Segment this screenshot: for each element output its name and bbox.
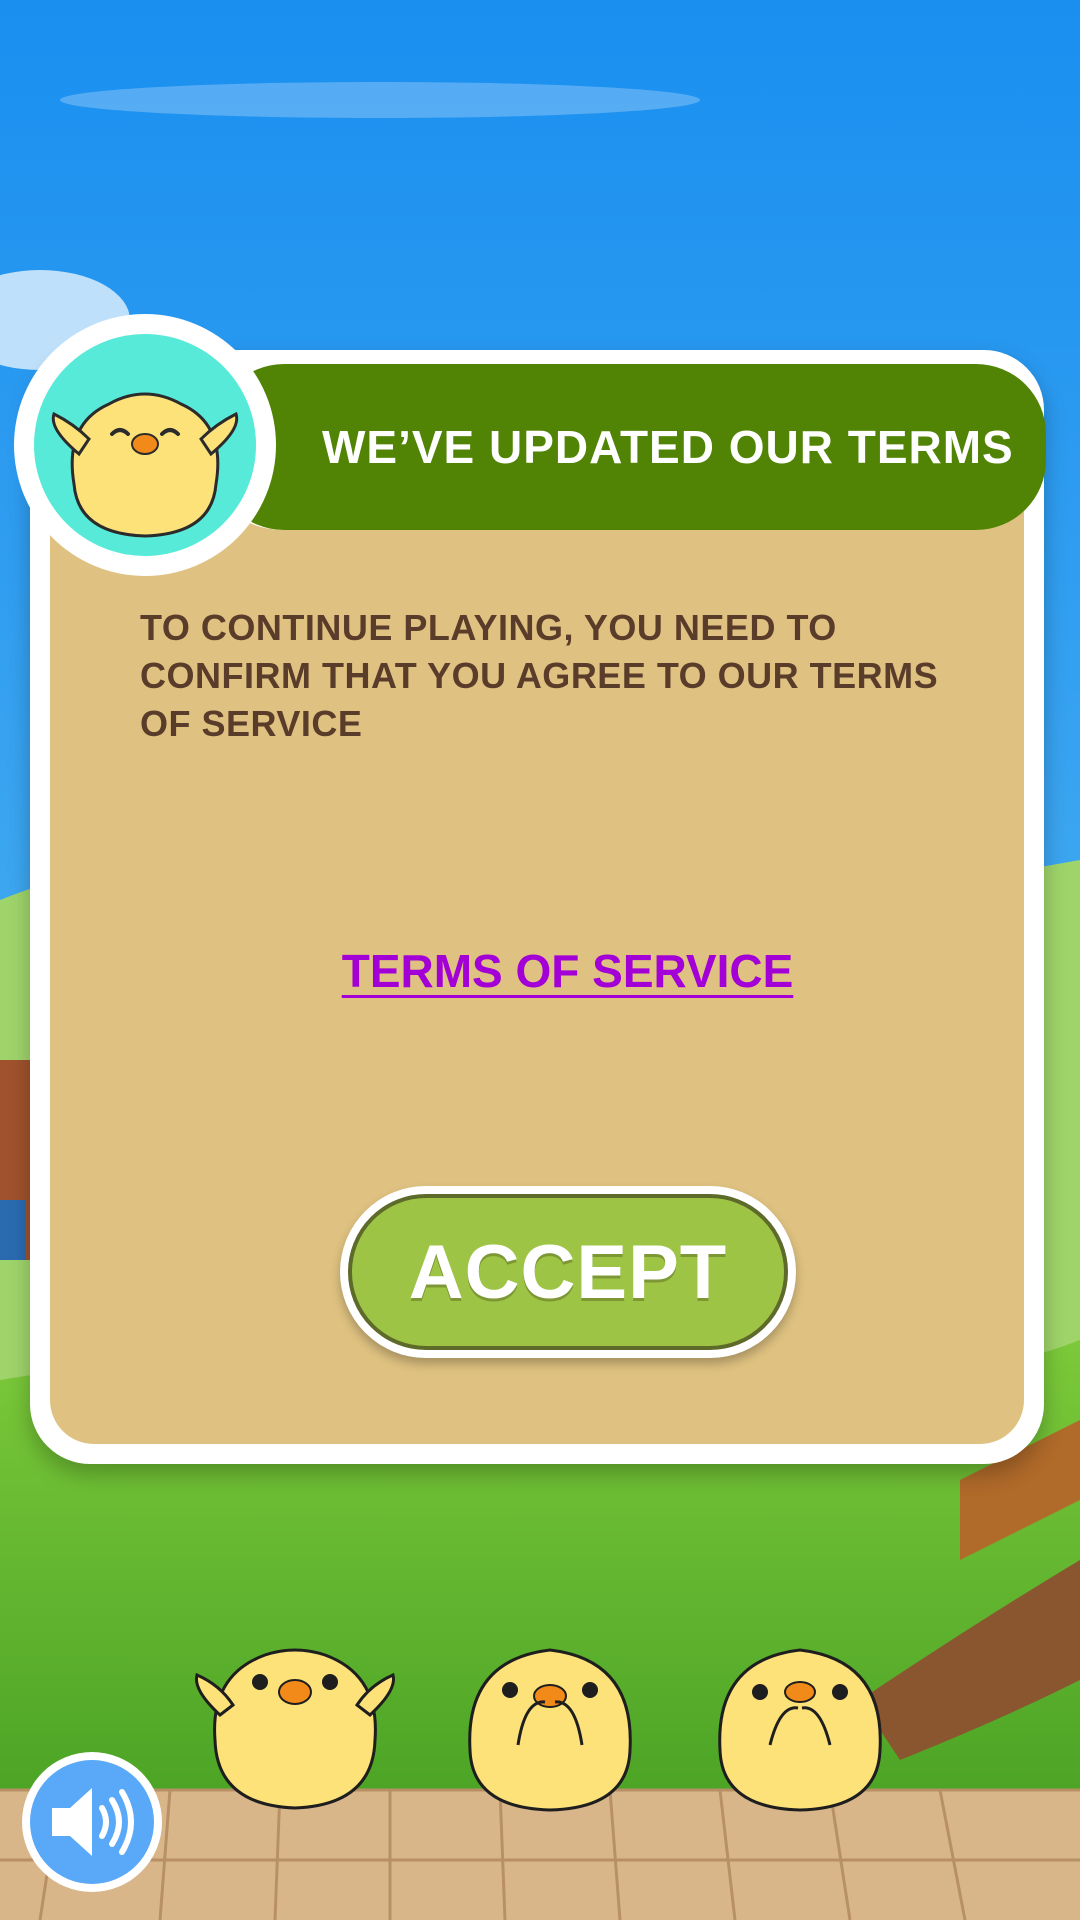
chick-worried bbox=[690, 1620, 910, 1820]
sound-toggle-button[interactable] bbox=[22, 1752, 162, 1892]
accept-button-label: ACCEPT bbox=[408, 1229, 728, 1315]
chick-covering-beak bbox=[440, 1620, 660, 1820]
sound-button-face bbox=[30, 1760, 154, 1884]
dialog-header: WE’VE UPDATED OUR TERMS bbox=[214, 364, 1046, 530]
chick-waving bbox=[185, 1620, 405, 1820]
chick-row bbox=[0, 1620, 1080, 1820]
game-scene: WE’VE UPDATED OUR TERMS TO CONTINUE PLAY… bbox=[0, 0, 1080, 1920]
speaker-icon bbox=[52, 1788, 134, 1856]
dialog-title: WE’VE UPDATED OUR TERMS bbox=[322, 421, 1014, 473]
terms-of-service-link[interactable]: TERMS OF SERVICE bbox=[0, 944, 1080, 998]
avatar bbox=[34, 334, 256, 556]
terms-message: TO CONTINUE PLAYING, YOU NEED TO CONFIRM… bbox=[140, 607, 939, 744]
accept-button[interactable]: ACCEPT bbox=[348, 1194, 788, 1350]
happy-chick-icon bbox=[51, 392, 239, 538]
